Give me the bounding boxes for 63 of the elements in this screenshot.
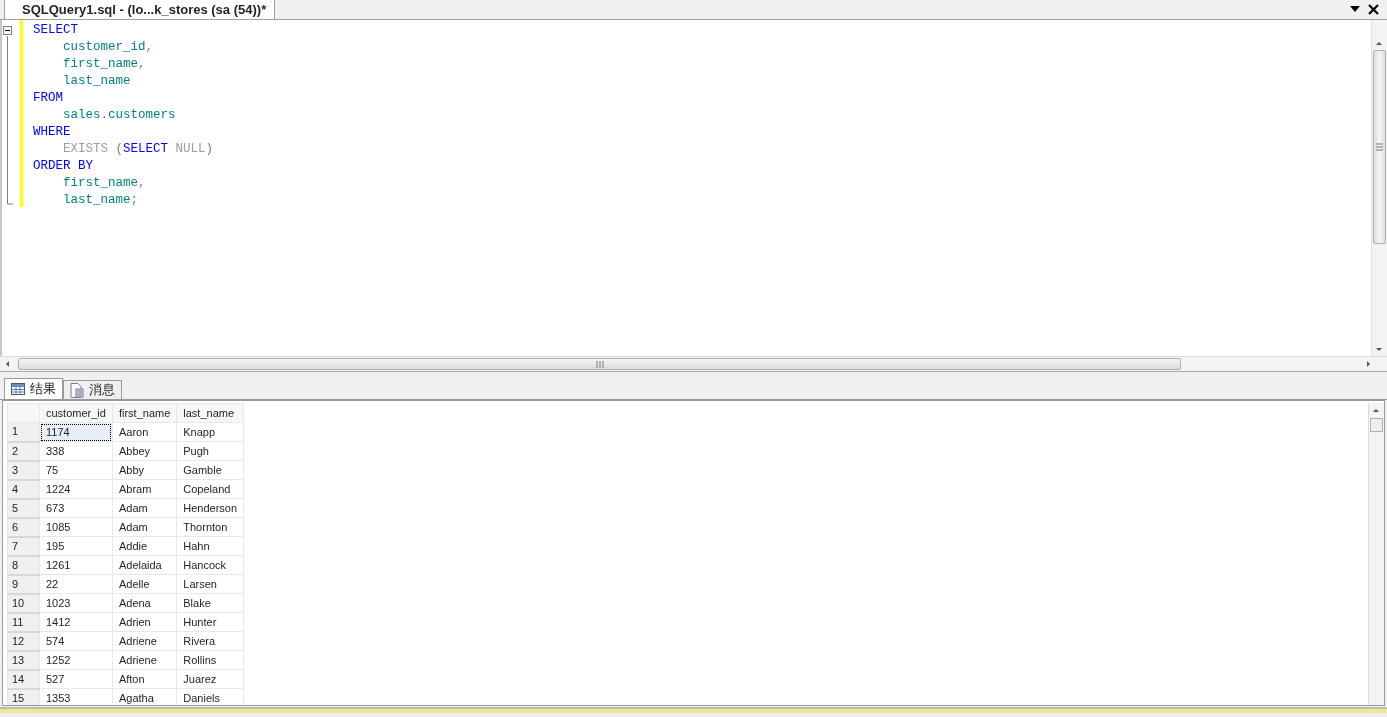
table-cell: Larsen: [176, 574, 244, 594]
column-header[interactable]: last_name: [176, 403, 244, 423]
table-cell: Adelaida: [112, 555, 177, 575]
table-cell: Juarez: [176, 669, 244, 689]
table-cell: 673: [39, 498, 113, 518]
table-cell: Abby: [112, 460, 177, 480]
code-line: first_name,: [62, 175, 147, 192]
code-line: last_name;: [62, 192, 140, 209]
table-cell: 1085: [39, 517, 113, 537]
table-cell: Hancock: [176, 555, 244, 575]
table-cell: 338: [39, 441, 113, 461]
table-cell: Adam: [112, 498, 177, 518]
fold-icon[interactable]: [3, 26, 12, 35]
table-cell: 22: [39, 574, 113, 594]
table-cell: Blake: [176, 593, 244, 613]
table-cell: Adriene: [112, 631, 177, 651]
code-line: SELECT: [33, 22, 79, 39]
table-cell: Adriene: [112, 650, 177, 670]
table-cell: 1252: [39, 650, 113, 670]
column-header[interactable]: first_name: [112, 403, 177, 423]
code-line: ORDER BY: [33, 158, 94, 175]
table-cell: Rollins: [176, 650, 244, 670]
close-icon[interactable]: [1368, 3, 1379, 15]
table-cell: Adam: [112, 517, 177, 537]
code-line: last_name: [62, 73, 132, 90]
table-cell: Copeland: [176, 479, 244, 499]
table-cell: Abram: [112, 479, 177, 499]
table-cell: 1261: [39, 555, 113, 575]
table-cell: Hahn: [176, 536, 244, 556]
table-cell: Aaron: [112, 422, 177, 442]
table-cell: Adrien: [112, 612, 177, 632]
document-icon: [70, 382, 84, 398]
code-line: FROM: [33, 90, 64, 107]
grid-icon: [11, 383, 25, 395]
table-cell: Abbey: [112, 441, 177, 461]
code-line: WHERE: [33, 124, 72, 141]
table-cell: 527: [39, 669, 113, 689]
code-line: customer_id,: [62, 39, 155, 56]
table-cell: Afton: [112, 669, 177, 689]
table-cell: Adelle: [112, 574, 177, 594]
table-cell: Pugh: [176, 441, 244, 461]
table-cell: Knapp: [176, 422, 244, 442]
table-cell: Adena: [112, 593, 177, 613]
code-line: EXISTS (SELECT NULL): [62, 141, 215, 158]
table-cell: 1224: [39, 479, 113, 499]
table-cell: Henderson: [176, 498, 244, 518]
table-cell: Gamble: [176, 460, 244, 480]
column-header[interactable]: customer_id: [39, 403, 113, 423]
code-line: first_name,: [62, 56, 147, 73]
table-cell: 1023: [39, 593, 113, 613]
dropdown-icon[interactable]: [1350, 6, 1360, 12]
table-cell: 75: [39, 460, 113, 480]
result-tab[interactable]: 消息: [63, 380, 122, 399]
code-line: sales.customers: [62, 107, 177, 124]
result-tab[interactable]: 结果: [4, 378, 63, 399]
table-cell: 574: [39, 631, 113, 651]
table-cell: Hunter: [176, 612, 244, 632]
table-cell: Addie: [112, 536, 177, 556]
table-cell: Rivera: [176, 631, 244, 651]
document-tab[interactable]: SQLQuery1.sql - (lo...k_stores (sa (54))*: [4, 0, 276, 19]
table-cell: 195: [39, 536, 113, 556]
table-cell: Thornton: [176, 517, 244, 537]
table-cell: 1412: [39, 612, 113, 632]
